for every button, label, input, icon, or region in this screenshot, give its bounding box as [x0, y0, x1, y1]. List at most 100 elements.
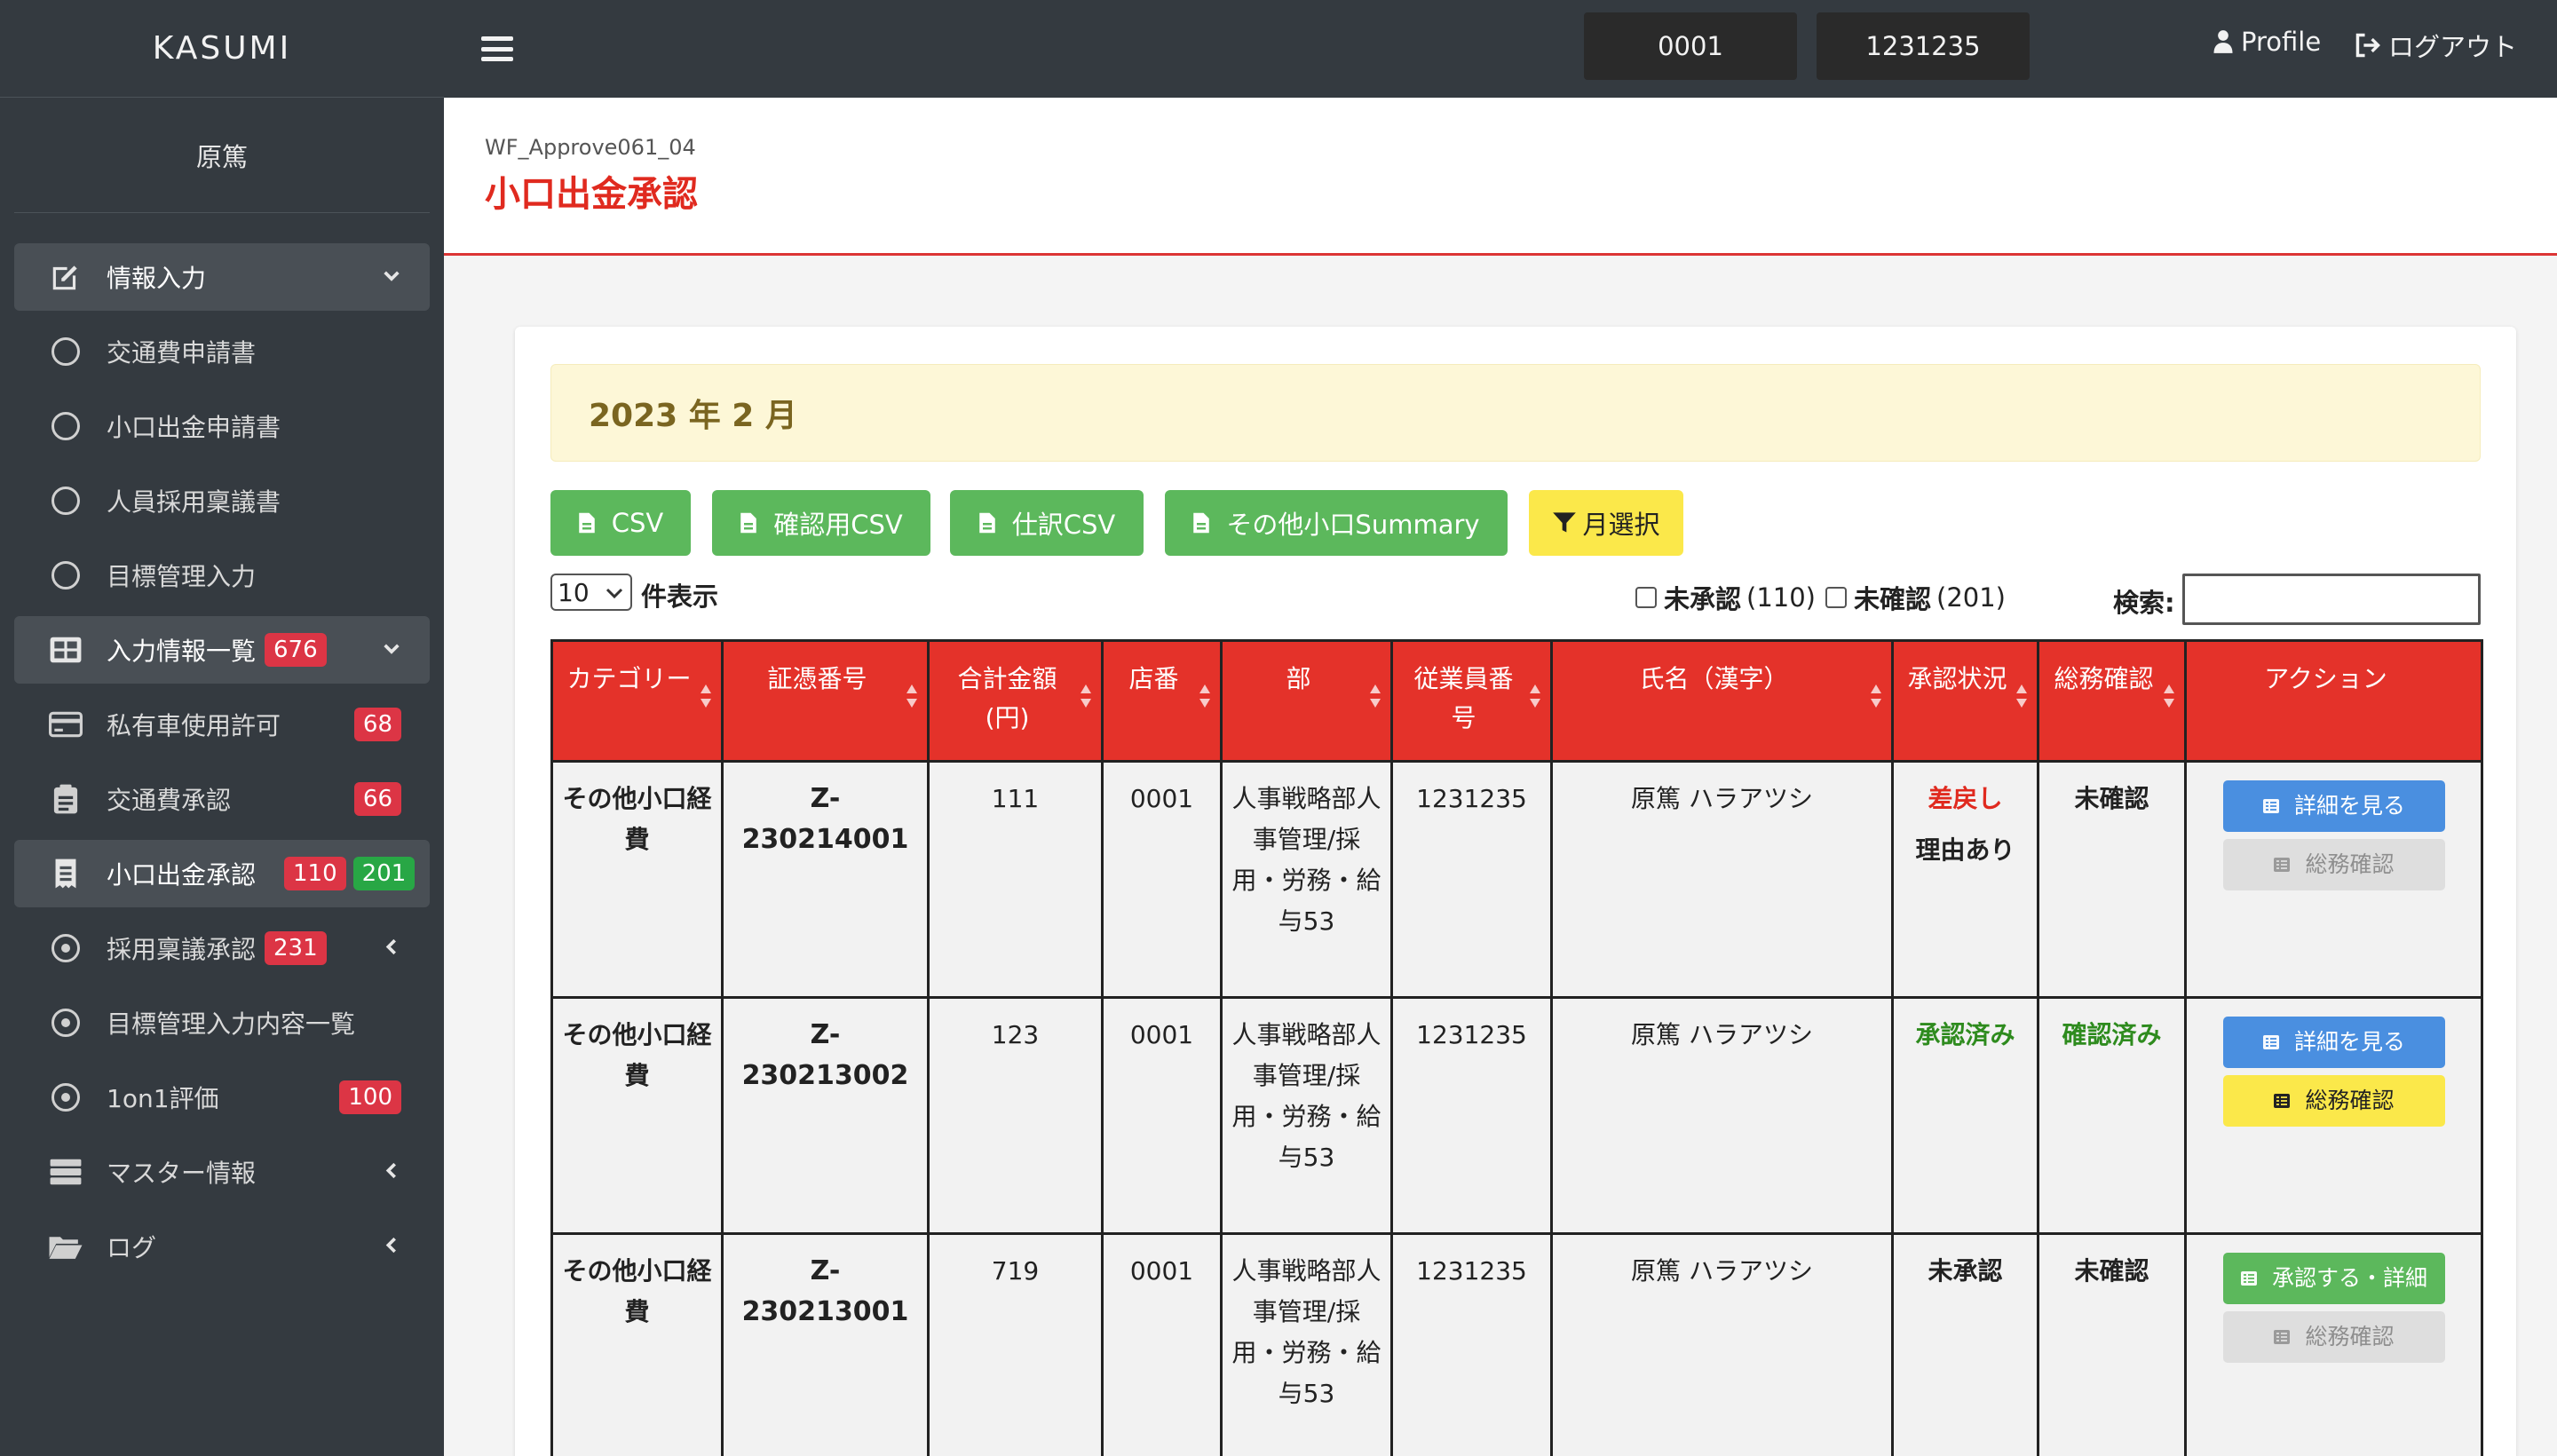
- dot-circle-icon: [48, 930, 83, 966]
- store-cell: 0001: [1101, 996, 1223, 1235]
- voucher-cell: Z-230214001: [721, 760, 930, 999]
- action-cell: 詳細を見る総務確認: [2184, 996, 2483, 1235]
- other-summary-button[interactable]: その他小口Summary: [1165, 490, 1508, 556]
- column-header-label: 氏名（漢字）: [1639, 664, 1789, 693]
- sidebar-item-petty-cash-application[interactable]: 小口出金申請書: [14, 392, 430, 460]
- action-label: 総務確認: [2305, 1088, 2395, 1113]
- list-icon: [2240, 1270, 2265, 1286]
- column-header-label: カテゴリー: [566, 664, 692, 693]
- action-cell: 承認する・詳細 総務確認: [2184, 1232, 2483, 1456]
- sidebar-item-log[interactable]: ログ: [14, 1213, 430, 1280]
- table-header-row: カテゴリー 証憑番号 合計金額(円) 店番 部 従業員番号 氏名（漢字） 承認状況 総務確認 アク…: [550, 639, 2483, 763]
- col-store-header[interactable]: 店番: [1101, 639, 1223, 763]
- action-label: 詳細を見る: [2293, 793, 2405, 819]
- employee-cell: 1231235: [1390, 1232, 1553, 1456]
- month-select-button[interactable]: 月選択: [1529, 490, 1683, 556]
- profile-link[interactable]: Profile: [2213, 27, 2321, 57]
- sidebar-item-1on1[interactable]: 1on1評価 100: [14, 1064, 430, 1131]
- col-confirm-header[interactable]: 総務確認: [2037, 639, 2187, 763]
- menu-toggle-icon[interactable]: [481, 33, 513, 65]
- file-icon: [979, 512, 995, 534]
- sidebar-item-goal-input[interactable]: 目標管理入力: [14, 542, 430, 609]
- sidebar-item-hiring-proposal[interactable]: 人員採用稟議書: [14, 467, 430, 534]
- column-header-label: 総務確認: [2054, 664, 2154, 693]
- csv-button[interactable]: CSV: [550, 490, 691, 556]
- top-navbar: 0001 1231235 Profile ログアウト: [444, 0, 2557, 98]
- sort-icon[interactable]: [700, 682, 712, 721]
- sidebar-item-label: 目標管理入力: [107, 562, 257, 591]
- dot-circle-icon: [48, 1080, 83, 1115]
- page-length-value: 10: [558, 577, 590, 607]
- sort-icon[interactable]: [2163, 682, 2175, 721]
- status-text: 未承認: [1928, 1256, 2003, 1286]
- col-amount-header[interactable]: 合計金額(円): [927, 639, 1104, 763]
- checkbox[interactable]: [1635, 587, 1657, 608]
- page-header: WF_Approve061_04 小口出金承認: [444, 98, 2557, 256]
- dot-circle-icon: [48, 1005, 83, 1041]
- table-body: その他小口経費 Z-230214001 111 0001 人事戦略部人事管理/採用・労務…: [550, 760, 2483, 1456]
- store-code-display: 0001: [1584, 12, 1797, 80]
- action-cell: 詳細を見る総務確認: [2184, 760, 2483, 999]
- circle-icon: [48, 483, 83, 518]
- sidebar-item-label: ログ: [107, 1233, 157, 1262]
- page-length-select[interactable]: 10: [550, 574, 632, 611]
- list-icon: [2273, 857, 2298, 873]
- sort-icon[interactable]: [1080, 682, 1092, 721]
- col-employee-header[interactable]: 従業員番号: [1390, 639, 1553, 763]
- sort-icon[interactable]: [1529, 682, 1541, 721]
- col-category-header[interactable]: カテゴリー: [550, 639, 724, 763]
- confirm-text: 未確認: [2074, 1256, 2149, 1286]
- clipboard-icon: [48, 781, 83, 817]
- col-status-header[interactable]: 承認状況: [1891, 639, 2039, 763]
- search-input[interactable]: [2182, 574, 2481, 625]
- view-detail-button[interactable]: 詳細を見る: [2222, 1017, 2445, 1068]
- sidebar-item-transport-approval[interactable]: 交通費承認 66: [14, 765, 430, 833]
- sidebar-item-label: 1on1評価: [107, 1084, 219, 1113]
- filter-icon: [1553, 512, 1577, 533]
- amount-cell: 719: [927, 1232, 1104, 1456]
- confirm-csv-button[interactable]: 確認用CSV: [712, 490, 930, 556]
- general-affairs-confirm-button[interactable]: 総務確認: [2222, 839, 2445, 890]
- employee-cell: 1231235: [1390, 760, 1553, 999]
- general-affairs-confirm-button[interactable]: 総務確認: [2222, 1311, 2445, 1363]
- sidebar-item-petty-cash-approval[interactable]: 小口出金承認 110 201: [14, 840, 430, 907]
- sort-icon[interactable]: [1369, 682, 1381, 721]
- sidebar-item-hiring-approval[interactable]: 採用稟議承認 231: [14, 914, 430, 982]
- sidebar-item-transport-application[interactable]: 交通費申請書: [14, 318, 430, 385]
- approve-detail-button[interactable]: 承認する・詳細: [2222, 1253, 2445, 1304]
- chevron-down-icon: [606, 588, 623, 599]
- file-icon: [740, 512, 756, 534]
- sidebar-item-input-list[interactable]: 入力情報一覧 676: [14, 616, 430, 684]
- journal-csv-button[interactable]: 仕訳CSV: [950, 490, 1144, 556]
- csv-button-label: CSV: [611, 508, 664, 538]
- col-voucher-header[interactable]: 証憑番号: [721, 639, 930, 763]
- profile-label: Profile: [2241, 27, 2322, 57]
- column-header-label: 証憑番号: [767, 664, 867, 693]
- logout-link[interactable]: ログアウト: [2355, 27, 2517, 64]
- sort-icon[interactable]: [2015, 682, 2028, 721]
- filter-unconfirmed-checkbox[interactable]: 未確認 (201): [1825, 579, 2006, 616]
- sidebar-item-info-input[interactable]: 情報入力: [14, 243, 430, 311]
- general-affairs-confirm-button[interactable]: 総務確認: [2222, 1075, 2445, 1127]
- col-dept-header[interactable]: 部: [1220, 639, 1393, 763]
- filter-unapproved-checkbox[interactable]: 未承認 (110): [1635, 579, 1816, 616]
- sidebar-item-private-car[interactable]: 私有車使用許可 68: [14, 691, 430, 758]
- sidebar-item-master[interactable]: マスター情報: [14, 1138, 430, 1206]
- employee-code-display: 1231235: [1817, 12, 2030, 80]
- sort-icon[interactable]: [1199, 682, 1211, 721]
- category-cell: その他小口経費: [550, 1232, 724, 1456]
- sidebar-item-goal-list[interactable]: 目標管理入力内容一覧: [14, 989, 430, 1056]
- count-badge: 676: [265, 633, 327, 667]
- sort-icon[interactable]: [906, 682, 918, 721]
- sort-icon[interactable]: [1870, 682, 1882, 721]
- edit-icon: [48, 259, 83, 295]
- store-cell: 0001: [1101, 1232, 1223, 1456]
- dept-cell: 人事戦略部人事管理/採用・労務・給与53: [1220, 760, 1393, 999]
- voucher-cell: Z-230213001: [721, 1232, 930, 1456]
- view-detail-button[interactable]: 詳細を見る: [2222, 780, 2445, 832]
- checkbox[interactable]: [1825, 587, 1847, 608]
- brand-logo[interactable]: KASUMI: [0, 0, 444, 98]
- col-action-header: アクション: [2184, 639, 2483, 763]
- approval-table: カテゴリー 証憑番号 合計金額(円) 店番部従業員番号 氏名（漢字） 承認状況 総務確認 アク…: [550, 639, 2483, 1456]
- col-name-header[interactable]: 氏名（漢字）: [1550, 639, 1894, 763]
